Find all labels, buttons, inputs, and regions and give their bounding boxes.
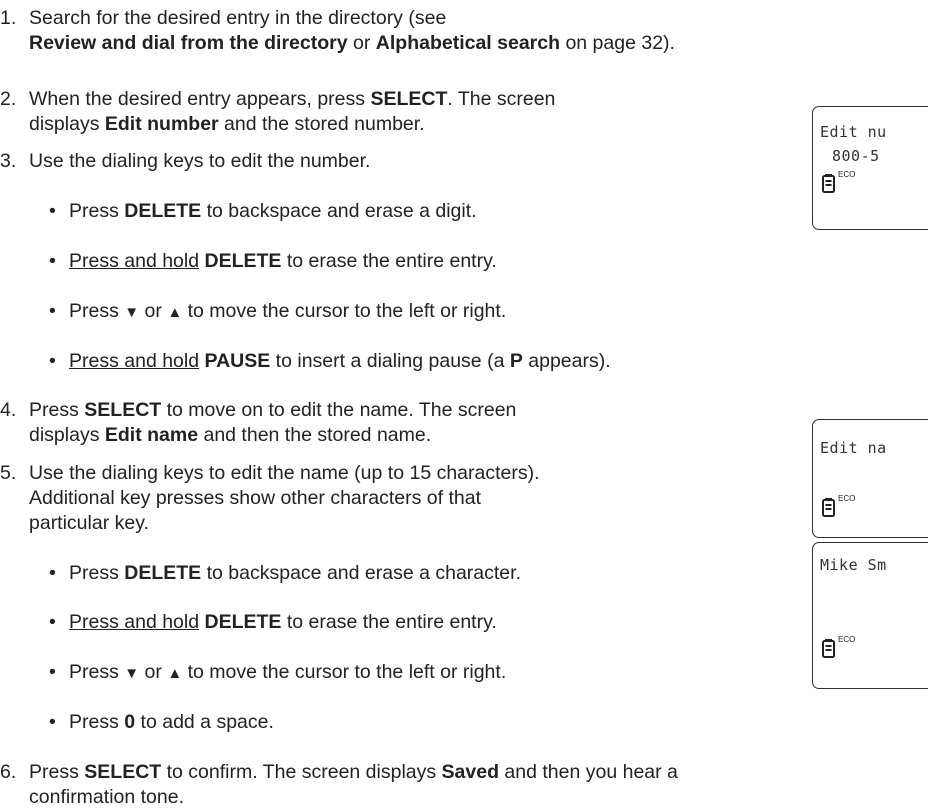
link-ref: Alphabetical search [375, 32, 561, 54]
step-number: 2. [0, 88, 17, 110]
step-text: displays Edit number and the stored numb… [29, 113, 425, 135]
step-text: Use the dialing keys to edit the name (u… [29, 462, 540, 484]
down-arrow-icon: ▼ [124, 304, 140, 321]
handset-screen-edit-name: Edit na ECO [812, 419, 928, 538]
step-text: Use the dialing keys to edit the number. [29, 150, 371, 172]
step-text: Additional key presses show other charac… [29, 487, 481, 509]
up-arrow-icon: ▲ [167, 665, 183, 682]
handset-icon [822, 174, 835, 193]
step-number: 1. [0, 7, 17, 29]
down-arrow-icon: ▼ [124, 665, 140, 682]
handset-screen-name-entry: Mike Sm ECO [812, 542, 928, 689]
up-arrow-icon: ▲ [167, 304, 183, 321]
link-ref: Review and dial from the directory [29, 32, 348, 54]
eco-indicator: ECO [838, 170, 856, 179]
step-number: 6. [0, 761, 17, 783]
step-text: Review and dial from the directory or Al… [29, 32, 675, 54]
screen-line-2: 800-5 [832, 147, 880, 165]
step-text: particular key. [29, 512, 149, 534]
step-number: 5. [0, 462, 17, 484]
handset-screen-edit-number: Edit nu 800-5 ECO [812, 106, 928, 230]
screen-line-1: Edit na [820, 439, 887, 457]
screen-line-1: Mike Sm [820, 556, 887, 574]
handset-icon [822, 639, 835, 658]
eco-indicator: ECO [838, 635, 856, 644]
step-text: Press SELECT to confirm. The screen disp… [29, 761, 678, 783]
step-text: When the desired entry appears, press SE… [29, 88, 556, 110]
screen-line-1: Edit nu [820, 123, 887, 141]
step-text: Press SELECT to move on to edit the name… [29, 399, 517, 421]
eco-indicator: ECO [838, 494, 856, 503]
step-number: 4. [0, 399, 17, 421]
step-text: confirmation tone. [29, 786, 185, 808]
step-text: displays Edit name and then the stored n… [29, 424, 432, 446]
handset-icon [822, 498, 835, 517]
step-number: 3. [0, 150, 17, 172]
step-text: Search for the desired entry in the dire… [29, 7, 447, 29]
